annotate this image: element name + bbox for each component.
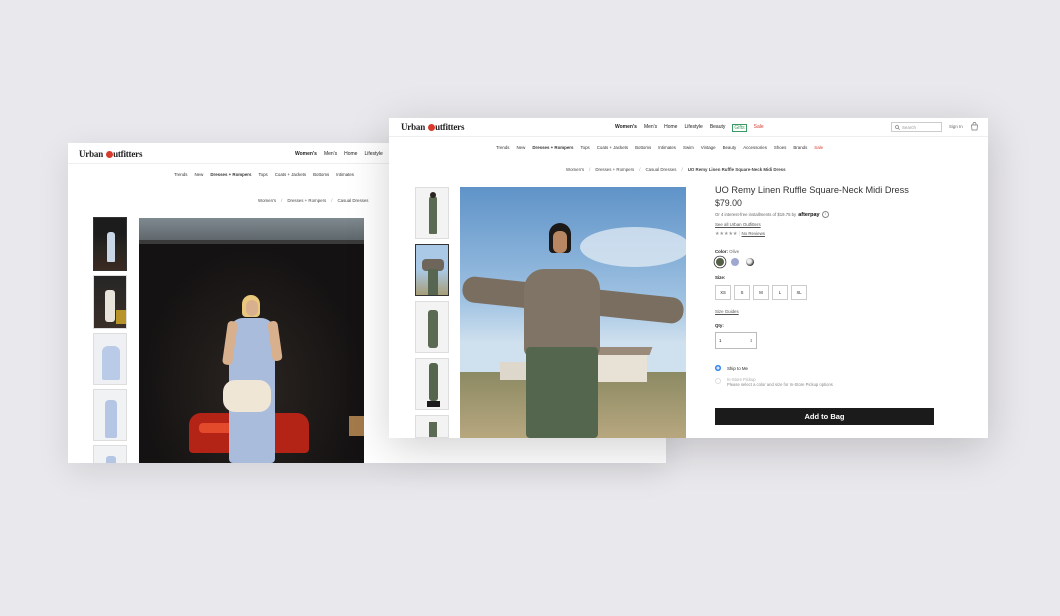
nav-home[interactable]: Home — [664, 124, 677, 132]
front-browser-window: Urban utfitters Women's Men's Home Lifes… — [389, 118, 988, 438]
nav-sale[interactable]: Sale — [754, 124, 764, 132]
radio-unselected-icon[interactable] — [715, 378, 721, 384]
nav-lifestyle[interactable]: Lifestyle — [364, 151, 382, 157]
subnav-item[interactable]: Intimates — [658, 145, 676, 150]
nav-beauty[interactable]: Beauty — [710, 124, 726, 132]
search-icon — [895, 124, 900, 130]
nav-lifestyle[interactable]: Lifestyle — [684, 124, 702, 132]
info-icon[interactable]: i — [821, 211, 829, 218]
top-nav: Women's Men's Home Lifestyle — [295, 151, 383, 157]
subnav-item[interactable]: Sale — [814, 145, 823, 150]
search-placeholder: Search — [902, 124, 916, 130]
breadcrumb-item[interactable]: Casual Dresses — [645, 167, 676, 172]
product-main-image — [460, 187, 686, 438]
breadcrumb: Women's / Dresses + Rompers / Casual Dress… — [258, 198, 369, 203]
product-thumbnail[interactable] — [93, 333, 127, 385]
size-guides-link[interactable]: Size Guides — [715, 309, 739, 314]
size-option-xs[interactable]: XS — [715, 285, 731, 300]
pickup-note: Please select a color and size for In-St… — [727, 382, 833, 387]
product-thumbnail[interactable] — [93, 445, 127, 463]
nav-women[interactable]: Women's — [615, 124, 637, 132]
rating-row: ★★★★★ | No Reviews — [715, 231, 765, 237]
breadcrumb-item[interactable]: Women's — [258, 198, 276, 203]
nav-home[interactable]: Home — [344, 151, 357, 157]
breadcrumb-item[interactable]: Dresses + Rompers — [595, 167, 634, 172]
quantity-select[interactable]: 1 ⇕ — [715, 332, 757, 349]
subnav-item[interactable]: Vintage — [701, 145, 716, 150]
category-nav: Trends New Dresses + Rompers Tops Coats … — [496, 145, 823, 150]
subnav-item[interactable]: Beauty — [723, 145, 737, 150]
breadcrumb-current: UO Remy Linen Ruffle Square-Neck Midi Dr… — [687, 167, 786, 172]
subnav-item[interactable]: Accessories — [743, 145, 767, 150]
star-rating-icon: ★★★★★ — [715, 231, 738, 237]
color-swatch-print[interactable] — [746, 258, 754, 266]
product-main-image — [139, 218, 364, 463]
product-thumbnail[interactable] — [415, 187, 449, 239]
chevron-updown-icon: ⇕ — [749, 338, 753, 343]
product-thumbnail[interactable] — [415, 358, 449, 410]
subnav-item[interactable]: New — [195, 172, 204, 177]
radio-selected-icon[interactable] — [715, 365, 721, 371]
size-label: Size: — [715, 275, 726, 280]
subnav-item[interactable]: Bottoms — [635, 145, 651, 150]
subnav-item[interactable]: Coats + Jackets — [275, 172, 306, 177]
product-thumbnail[interactable] — [415, 415, 449, 438]
installments-text: Or 4 interest-free installments of $19.7… — [715, 212, 797, 217]
nav-women[interactable]: Women's — [295, 151, 317, 157]
nav-gifts[interactable]: Gifts — [732, 124, 747, 132]
subnav-item[interactable]: Trends — [496, 145, 510, 150]
in-store-pickup-text: In-Store Pickup Please select a color an… — [727, 377, 833, 387]
ship-to-me-label: Ship to Me — [727, 365, 748, 371]
subnav-item[interactable]: New — [517, 145, 526, 150]
afterpay-logo[interactable]: afterpay — [798, 212, 819, 218]
product-thumbnail[interactable] — [93, 217, 127, 271]
product-thumbnail[interactable] — [415, 244, 449, 296]
subnav-item[interactable]: Bottoms — [313, 172, 329, 177]
size-option-xl[interactable]: XL — [791, 285, 807, 300]
site-logo[interactable]: Urban utfitters — [401, 122, 464, 132]
in-store-pickup-option[interactable]: In-Store Pickup Please select a color an… — [715, 377, 833, 387]
size-option-m[interactable]: M — [753, 285, 769, 300]
search-input[interactable]: Search — [891, 122, 942, 132]
reviews-link[interactable]: No Reviews — [742, 231, 765, 236]
subnav-item[interactable]: Tops — [258, 172, 267, 177]
shopping-bag-icon[interactable] — [970, 122, 979, 131]
qty-value: 1 — [719, 338, 722, 343]
qty-label: Qty: — [715, 323, 724, 328]
ship-to-me-option[interactable]: Ship to Me — [715, 365, 748, 371]
product-title: UO Remy Linen Ruffle Square-Neck Midi Dr… — [715, 185, 909, 195]
subnav-item[interactable]: Swim — [683, 145, 694, 150]
subnav-item[interactable]: Trends — [174, 172, 188, 177]
product-price: $79.00 — [715, 198, 742, 208]
color-swatch-olive[interactable] — [716, 258, 724, 266]
breadcrumb-item[interactable]: Dresses + Rompers — [287, 198, 326, 203]
installments-line: Or 4 interest-free installments of $19.7… — [715, 211, 829, 218]
subnav-item[interactable]: Shoes — [774, 145, 786, 150]
nav-men[interactable]: Men's — [324, 151, 337, 157]
subnav-item[interactable]: Intimates — [336, 172, 354, 177]
nav-men[interactable]: Men's — [644, 124, 657, 132]
subnav-item[interactable]: Tops — [580, 145, 589, 150]
subnav-item[interactable]: Coats + Jackets — [597, 145, 628, 150]
color-swatch-blue[interactable] — [731, 258, 739, 266]
sign-in-link[interactable]: Sign In — [949, 124, 963, 129]
breadcrumb-item[interactable]: Casual Dresses — [337, 198, 368, 203]
header-divider — [389, 136, 988, 137]
breadcrumb: Women's / Dresses + Rompers / Casual Dress… — [566, 167, 786, 172]
category-nav: Trends New Dresses + Rompers Tops Coats … — [174, 172, 354, 177]
add-to-bag-button[interactable]: Add to Bag — [715, 408, 934, 425]
site-logo[interactable]: Urban utfitters — [79, 149, 142, 159]
product-thumbnail[interactable] — [415, 301, 449, 353]
subnav-item[interactable]: Brands — [793, 145, 807, 150]
top-nav: Women's Men's Home Lifestyle Beauty Gift… — [615, 124, 764, 132]
subnav-item[interactable]: Dresses + Rompers — [532, 145, 573, 150]
size-option-s[interactable]: S — [734, 285, 750, 300]
color-label: Color: Olive — [715, 249, 740, 254]
see-all-link[interactable]: See all Urban Outfitters — [715, 222, 761, 227]
product-thumbnail[interactable] — [93, 389, 127, 441]
product-thumbnail[interactable] — [93, 275, 127, 329]
subnav-item[interactable]: Dresses + Rompers — [210, 172, 251, 177]
breadcrumb-item[interactable]: Women's — [566, 167, 584, 172]
size-option-l[interactable]: L — [772, 285, 788, 300]
